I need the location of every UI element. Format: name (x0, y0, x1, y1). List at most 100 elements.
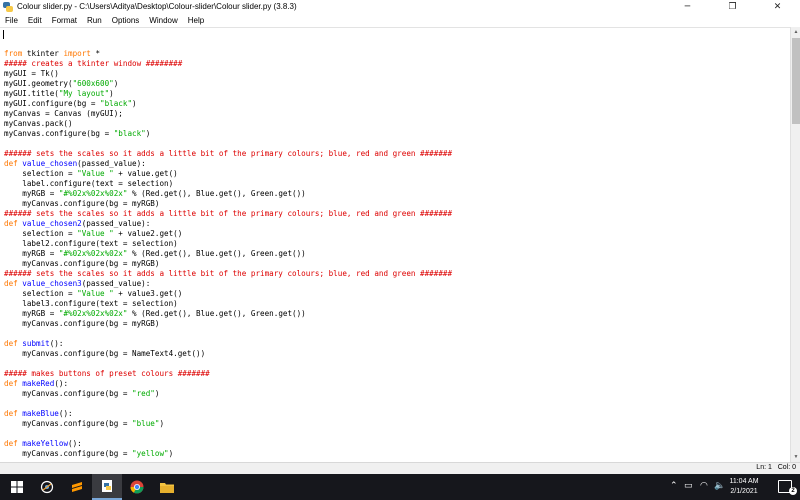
code-token: value_chosen2 (22, 219, 82, 228)
chevron-up-icon[interactable]: ⌃ (670, 481, 678, 491)
code-token: "#%02x%02x%02x" (58, 189, 128, 198)
python-idle-icon[interactable] (92, 474, 122, 500)
code-token: label2.configure(text = selection) (4, 239, 178, 248)
sublime-icon[interactable] (62, 474, 92, 500)
menu-edit[interactable]: Edit (23, 16, 47, 25)
code-token: "Value " (77, 169, 114, 178)
code-token: label.configure(text = selection) (4, 179, 174, 188)
code-line: def makeRed(): (4, 379, 452, 389)
code-token: myGUI.title( (4, 89, 59, 98)
start-icon[interactable] (2, 474, 32, 500)
code-token: myRGB = (4, 249, 59, 258)
code-line: selection = "Value " + value2.get() (4, 229, 452, 239)
code-line: myRGB = "#%02x%02x%02x" % (Red.get(), Bl… (4, 249, 452, 259)
menu-help[interactable]: Help (183, 16, 209, 25)
code-line: myCanvas.configure(bg = "blue") (4, 419, 452, 429)
code-token: myCanvas.pack() (4, 119, 73, 128)
code-token: tkinter (22, 49, 64, 58)
search-icon[interactable] (32, 474, 62, 500)
code-line: myCanvas.configure(bg = myRGB) (4, 199, 452, 209)
scroll-thumb[interactable] (792, 38, 800, 124)
vertical-scrollbar[interactable]: ▲ ▼ (790, 27, 800, 462)
minimize-button[interactable]: ─ (665, 0, 710, 13)
clock[interactable]: 11:04 AM 2/1/2021 (724, 477, 764, 497)
code-editor[interactable]: from tkinter import * ##### creates a tki… (0, 27, 790, 462)
code-token: def (4, 339, 18, 348)
code-line: myGUI.geometry("600x600") (4, 79, 452, 89)
menu-window[interactable]: Window (144, 16, 182, 25)
code-token: "#%02x%02x%02x" (58, 309, 128, 318)
code-token: ###### sets the scales so it adds a litt… (4, 209, 453, 218)
battery-icon[interactable]: ▭ (684, 481, 693, 491)
code-token: def (4, 219, 18, 228)
code-token: ###### sets the scales so it adds a litt… (4, 269, 453, 278)
code-token: * (90, 49, 101, 58)
code-token: (): (49, 339, 64, 348)
code-token: selection = (4, 289, 78, 298)
code-line: myCanvas.configure(bg = "red") (4, 389, 452, 399)
code-token: ) (145, 129, 151, 138)
code-line: label2.configure(text = selection) (4, 239, 452, 249)
code-token: ) (168, 449, 174, 458)
scroll-down-arrow-icon[interactable]: ▼ (791, 452, 800, 462)
code-line: def value_chosen3(passed_value): (4, 279, 452, 289)
code-line: ##### creates a tkinter window ######## (4, 59, 452, 69)
chrome-icon[interactable] (122, 474, 152, 500)
code-line: selection = "Value " + value.get() (4, 169, 452, 179)
code-token: "Value " (77, 289, 114, 298)
menu-options[interactable]: Options (107, 16, 145, 25)
file-explorer-icon[interactable] (152, 474, 182, 500)
code-token: selection = (4, 229, 78, 238)
menu-file[interactable]: File (0, 16, 23, 25)
python-icon (3, 1, 13, 12)
code-line: myGUI = Tk() (4, 69, 452, 79)
code-token: "black" (100, 99, 133, 108)
code-line: myCanvas.configure(bg = myRGB) (4, 259, 452, 269)
code-token: + value3.get() (113, 289, 183, 298)
code-line: myGUI.configure(bg = "black") (4, 99, 452, 109)
code-token: makeRed (22, 379, 55, 388)
close-button[interactable]: ✕ (755, 0, 800, 13)
code-line: myRGB = "#%02x%02x%02x" % (Red.get(), Bl… (4, 189, 452, 199)
code-token: myRGB = (4, 189, 59, 198)
code-token: submit (22, 339, 50, 348)
code-token: "red" (132, 389, 155, 398)
notification-count: 2 (789, 487, 797, 495)
code-line: myCanvas.configure(bg = NameText4.get()) (4, 349, 452, 359)
code-token: myGUI.geometry( (4, 79, 73, 88)
wifi-icon[interactable]: ◠ (700, 481, 708, 491)
code-line: def makeBlue(): (4, 409, 452, 419)
cursor-position: Ln: 1 Col: 0 (756, 464, 796, 471)
code-token: ) (113, 79, 119, 88)
code-token: ) (109, 89, 114, 98)
code-line: selection = "Value " + value3.get() (4, 289, 452, 299)
restore-button[interactable]: ❐ (710, 0, 755, 13)
menu-run[interactable]: Run (82, 16, 107, 25)
code-token: % (Red.get(), Blue.get(), Green.get()) (127, 249, 306, 258)
code-token: ) (159, 419, 165, 428)
code-line: myCanvas.configure(bg = myRGB) (4, 319, 452, 329)
code-token: selection = (4, 169, 78, 178)
code-token: import (63, 49, 91, 58)
window-title: Colour slider.py - C:\Users\Aditya\Deskt… (17, 2, 297, 11)
code-token: "blue" (132, 419, 160, 428)
code-line: ###### sets the scales so it adds a litt… (4, 209, 452, 219)
code-token: "600x600" (72, 79, 114, 88)
menu-format[interactable]: Format (47, 16, 82, 25)
code-token: def (4, 279, 18, 288)
code-token: myGUI.configure(bg = (4, 99, 101, 108)
code-token: ##### makes buttons of preset colours ##… (4, 369, 210, 378)
code-token: from (4, 49, 23, 58)
code-token: ###### sets the scales so it adds a litt… (4, 149, 453, 158)
code-line: ##### makes buttons of preset colours ##… (4, 369, 452, 379)
code-line: myRGB = "#%02x%02x%02x" % (Red.get(), Bl… (4, 309, 452, 319)
clock-time: 11:04 AM (729, 478, 759, 485)
code-token: "#%02x%02x%02x" (58, 249, 128, 258)
code-line: ###### sets the scales so it adds a litt… (4, 149, 452, 159)
code-line: myCanvas.configure(bg = "yellow") (4, 449, 452, 459)
scroll-up-arrow-icon[interactable]: ▲ (791, 27, 800, 37)
code-token: myCanvas.configure(bg = (4, 129, 114, 138)
